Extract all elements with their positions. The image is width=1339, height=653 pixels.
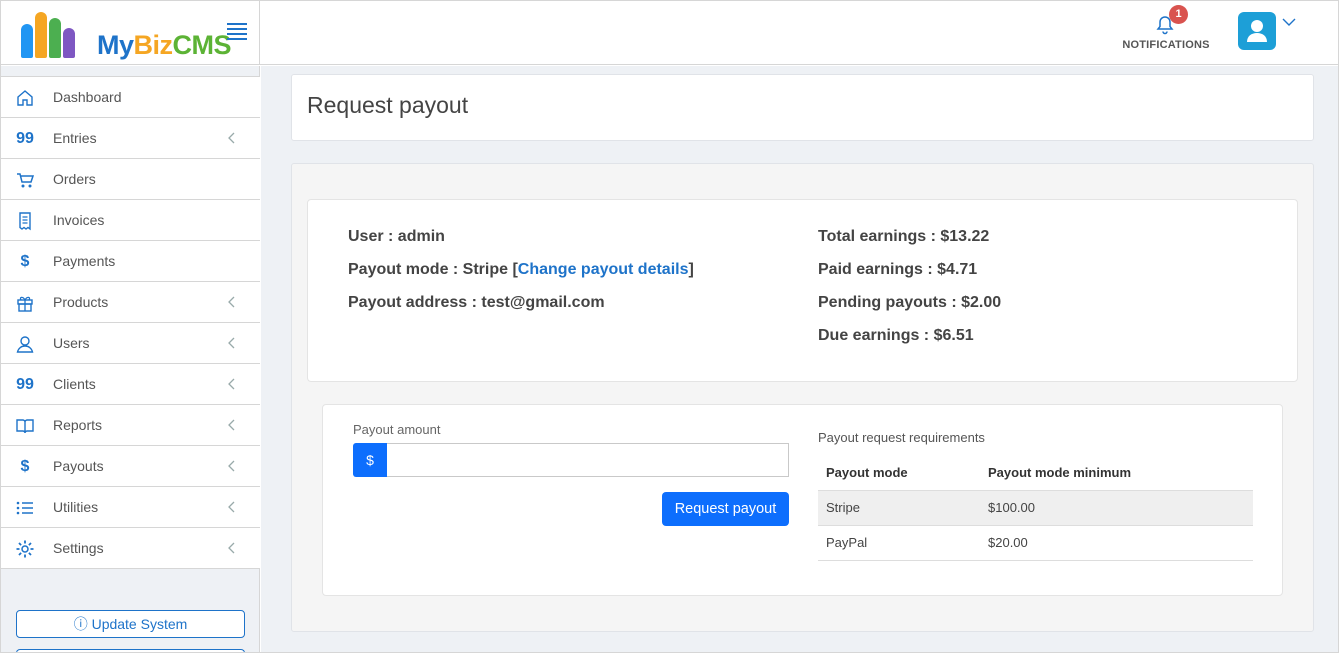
receipt-icon — [15, 211, 35, 231]
due-earnings: Due earnings : $6.51 — [818, 327, 974, 344]
sidebar-menu: Dashboard 99 Entries Orders Invoices $ Payment… — [1, 76, 260, 569]
notifications-label: NOTIFICATIONS — [1122, 39, 1210, 51]
chevron-down-icon[interactable] — [1282, 17, 1296, 27]
chevron-left-icon — [227, 336, 235, 354]
sidebar-item-label: Dashboard — [53, 89, 122, 105]
sidebar: Dashboard 99 Entries Orders Invoices $ Payment… — [1, 66, 260, 652]
table-cell: Stripe — [818, 490, 980, 526]
sidebar-item-reports[interactable]: Reports — [1, 405, 260, 446]
chevron-left-icon — [227, 377, 235, 395]
chevron-left-icon — [227, 418, 235, 436]
pending-payouts: Pending payouts : $2.00 — [818, 294, 1002, 311]
requirements-title: Payout request requirements — [818, 430, 985, 445]
chevron-left-icon — [227, 131, 235, 149]
app-window: MyBizCMS 1 NOTIFICATIONS Dashboard 99 Entr… — [0, 0, 1339, 653]
sidebar-item-label: Settings — [53, 540, 104, 556]
gift-icon — [15, 293, 35, 313]
secondary-sidebar-button[interactable] — [16, 649, 245, 652]
sidebar-item-label: Products — [53, 294, 109, 310]
payout-amount-group: $ — [353, 443, 789, 477]
requirements-table: Payout mode Payout mode minimum Stripe $… — [818, 455, 1253, 561]
total-earnings: Total earnings : $13.22 — [818, 228, 990, 245]
sidebar-item-label: Utilities — [53, 499, 99, 515]
chevron-left-icon — [227, 500, 235, 518]
top-bar: MyBizCMS 1 NOTIFICATIONS — [1, 1, 1338, 65]
page-header-card: Request payout — [291, 74, 1314, 141]
sidebar-item-label: Entries — [53, 130, 97, 146]
sidebar-item-label: Orders — [53, 171, 96, 187]
quote-icon: 99 — [16, 376, 34, 393]
sidebar-item-clients[interactable]: 99 Clients — [1, 364, 260, 405]
payout-amount-input[interactable] — [387, 443, 789, 477]
table-cell: PayPal — [818, 525, 980, 561]
payout-panel: User : admin Payout mode : Stripe [Chang… — [291, 163, 1314, 632]
table-cell: $20.00 — [980, 525, 1253, 561]
sidebar-item-label: Clients — [53, 376, 96, 392]
user-avatar[interactable] — [1238, 12, 1276, 50]
table-header: Payout mode — [818, 455, 980, 491]
gear-icon — [15, 539, 35, 559]
sidebar-item-label: Payments — [53, 253, 116, 269]
table-cell: $100.00 — [980, 490, 1253, 526]
user-info: User : admin — [348, 228, 445, 245]
table-header: Payout mode minimum — [980, 455, 1253, 491]
chevron-left-icon — [227, 541, 235, 559]
user-icon — [15, 334, 35, 354]
notification-count-badge: 1 — [1169, 5, 1188, 24]
sidebar-item-payouts[interactable]: $ Payouts — [1, 446, 260, 487]
main-content: Request payout User : admin Payout mode … — [261, 66, 1338, 652]
home-icon — [15, 88, 35, 108]
notifications-button[interactable]: 1 NOTIFICATIONS — [1119, 5, 1213, 57]
table-row: Stripe $100.00 — [818, 490, 1253, 526]
sidebar-item-payments[interactable]: $ Payments — [1, 241, 260, 282]
sidebar-item-label: Reports — [53, 417, 103, 433]
payout-mode-info: Payout mode : Stripe [Change payout deta… — [348, 261, 694, 278]
page-title: Request payout — [307, 92, 469, 118]
sidebar-item-orders[interactable]: Orders — [1, 159, 260, 200]
sidebar-item-utilities[interactable]: Utilities — [1, 487, 260, 528]
cart-icon — [15, 170, 35, 190]
update-system-label: Update System — [91, 616, 188, 632]
sidebar-item-invoices[interactable]: Invoices — [1, 200, 260, 241]
earnings-info-card: User : admin Payout mode : Stripe [Chang… — [307, 199, 1298, 382]
sidebar-item-dashboard[interactable]: Dashboard — [1, 77, 260, 118]
update-system-button[interactable]: ⓘ Update System — [16, 610, 245, 638]
chevron-left-icon — [227, 459, 235, 477]
sidebar-item-users[interactable]: Users — [1, 323, 260, 364]
menu-toggle-icon[interactable] — [227, 23, 247, 40]
logo-text: MyBizCMS — [97, 30, 232, 60]
sidebar-item-entries[interactable]: 99 Entries — [1, 118, 260, 159]
table-row: PayPal $20.00 — [818, 525, 1253, 561]
quote-icon: 99 — [16, 130, 34, 147]
sidebar-item-label: Payouts — [53, 458, 104, 474]
payout-amount-label: Payout amount — [353, 422, 441, 437]
brand-area: MyBizCMS — [1, 1, 260, 65]
sidebar-item-settings[interactable]: Settings — [1, 528, 260, 569]
sidebar-item-label: Users — [53, 335, 90, 351]
list-icon — [15, 498, 35, 518]
currency-addon: $ — [353, 443, 387, 477]
sidebar-item-products[interactable]: Products — [1, 282, 260, 323]
user-silhouette-icon — [1247, 20, 1267, 42]
payout-request-form: Payout amount $ Request payout Payout re… — [322, 404, 1283, 596]
sidebar-item-label: Invoices — [53, 212, 105, 228]
paid-earnings: Paid earnings : $4.71 — [818, 261, 978, 278]
change-payout-details-link[interactable]: Change payout details — [518, 261, 689, 278]
dollar-icon: $ — [20, 253, 30, 270]
info-icon: ⓘ — [73, 616, 88, 632]
chevron-left-icon — [227, 295, 235, 313]
book-icon — [15, 416, 35, 436]
request-payout-button[interactable]: Request payout — [662, 492, 789, 526]
dollar-icon: $ — [20, 458, 30, 475]
payout-address-info: Payout address : test@gmail.com — [348, 294, 605, 311]
